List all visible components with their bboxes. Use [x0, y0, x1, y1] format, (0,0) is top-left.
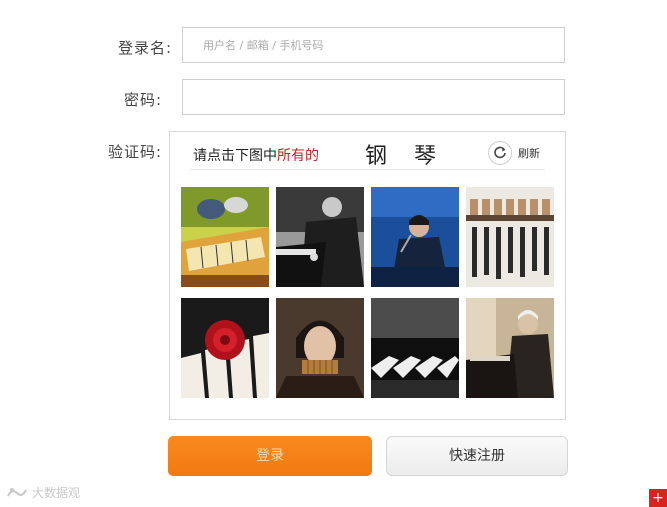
refresh-icon[interactable]	[488, 141, 512, 165]
captcha-tile-singer-stage[interactable]	[371, 187, 459, 287]
captcha-tile-xylophone[interactable]	[466, 187, 554, 287]
refresh-button[interactable]: 刷新	[488, 140, 540, 166]
watermark: 大数据观	[6, 484, 80, 501]
captcha-tile-piano-keys[interactable]	[371, 298, 459, 398]
captcha-prompt-prefix: 请点击下图中	[193, 148, 277, 164]
password-input[interactable]	[183, 80, 564, 114]
password-field[interactable]	[182, 79, 565, 115]
captcha-tile-rose-keys[interactable]	[181, 298, 269, 398]
captcha-prompt-emphasis: 所有的	[277, 148, 319, 164]
captcha-tile-pianist-bw[interactable]	[276, 187, 364, 287]
captcha-header: 请点击下图中所有的 钢 琴 刷新	[170, 132, 565, 170]
captcha-tile-cartoon-piano[interactable]	[181, 187, 269, 287]
captcha-tile-pan-flute[interactable]	[276, 298, 364, 398]
login-button[interactable]: 登录	[168, 436, 372, 476]
refresh-label[interactable]: 刷新	[518, 145, 540, 161]
captcha-tile-pianist-portrait[interactable]	[466, 298, 554, 398]
watermark-logo-icon	[7, 487, 27, 496]
username-label: 登录名:	[117, 39, 172, 57]
password-label: 密码:	[123, 91, 162, 109]
register-button[interactable]: 快速注册	[386, 436, 568, 476]
plus-icon: +	[649, 489, 667, 507]
captcha-panel: 请点击下图中所有的 钢 琴 刷新	[169, 131, 566, 420]
username-field[interactable]	[182, 27, 565, 63]
captcha-prompt: 请点击下图中所有的	[193, 145, 319, 165]
captcha-divider	[190, 169, 545, 170]
captcha-target-word: 钢 琴	[365, 144, 446, 169]
captcha-label: 验证码:	[107, 143, 162, 161]
username-input[interactable]	[183, 28, 564, 62]
watermark-text: 大数据观	[32, 486, 81, 500]
